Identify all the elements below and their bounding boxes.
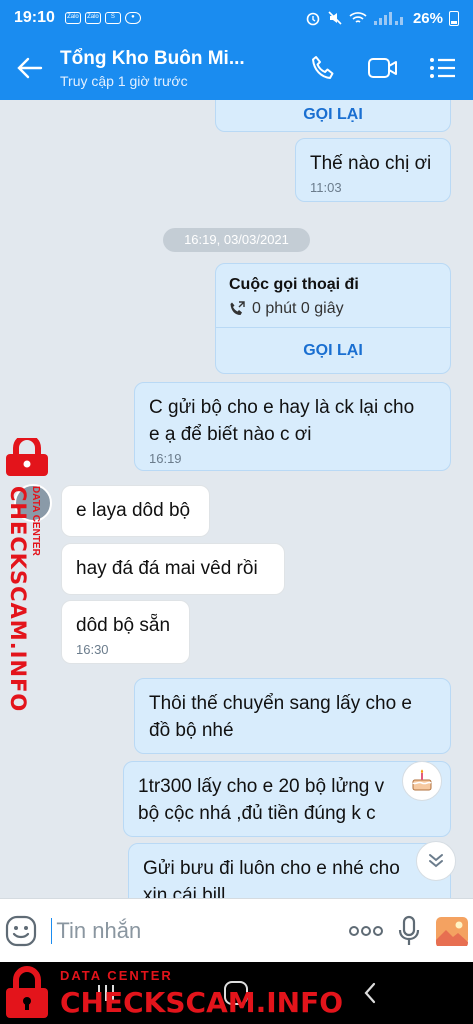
message-bubble-incoming[interactable]: dôd bộ sẵn 16:30 xyxy=(61,600,190,664)
notification-icons: Zalo Zalo S ● xyxy=(64,12,141,24)
message-composer xyxy=(0,898,473,962)
image-icon xyxy=(435,916,468,946)
more-button[interactable] xyxy=(344,899,387,963)
gallery-button[interactable] xyxy=(430,899,473,963)
status-bar: 19:10 Zalo Zalo S ● 26% xyxy=(0,0,473,36)
callback-button[interactable]: GỌI LẠI xyxy=(216,100,450,133)
mute-icon xyxy=(328,11,342,25)
message-line: 1tr300 lấy cho e 20 bộ lửng v xyxy=(138,776,385,797)
contact-name: Tổng Kho Buôn Mi... xyxy=(60,47,245,69)
status-right: 26% xyxy=(305,10,459,27)
chevron-left-icon xyxy=(364,982,376,1004)
message-bubble-outgoing[interactable]: Gửi bưu đi luôn cho e nhé cho xin cái bi… xyxy=(128,843,451,898)
emoji-icon xyxy=(6,915,37,946)
zalo-notification-icon: Zalo xyxy=(64,12,81,24)
outgoing-call-icon xyxy=(230,301,245,315)
watermark-brand: CHECKSCAM.INFO xyxy=(6,486,30,713)
message-line: bộ cộc nhá ,đủ tiền đúng k c xyxy=(138,803,376,824)
video-call-button[interactable] xyxy=(353,36,413,100)
video-icon xyxy=(368,58,397,78)
message-input[interactable] xyxy=(52,910,345,951)
message-text: e laya dôd bộ xyxy=(76,500,191,521)
contact-info[interactable]: Tổng Kho Buôn Mi... Truy cập 1 giờ trước xyxy=(60,48,293,89)
message-line: đồ bộ nhé xyxy=(149,720,234,741)
message-line: C gửi bộ cho e hay là ck lại cho xyxy=(149,397,415,418)
wifi-icon xyxy=(349,12,367,23)
voice-call-button[interactable] xyxy=(293,36,353,100)
double-chevron-down-icon xyxy=(429,854,443,868)
message-time: 11:03 xyxy=(310,180,342,195)
call-duration-text: 0 phút 0 giây xyxy=(252,300,344,317)
message-bubble-outgoing[interactable]: C gửi bộ cho e hay là ck lại cho e ạ để … xyxy=(134,382,451,471)
message-bubble-incoming[interactable]: e laya dôd bộ xyxy=(61,485,210,537)
watermark-tag: DATA CENTER xyxy=(60,968,173,983)
status-time: 19:10 xyxy=(14,9,55,26)
message-bubble-outgoing[interactable]: 1tr300 lấy cho e 20 bộ lửng v bộ cộc nhá… xyxy=(123,761,451,837)
call-card: GỌI LẠI xyxy=(215,100,451,132)
call-title: Cuộc gọi thoại đi xyxy=(229,276,359,293)
watermark-bottom: DATA CENTER CHECKSCAM.INFO xyxy=(0,962,343,1024)
call-duration: 0 phút 0 giây xyxy=(229,300,344,318)
message-time: 16:19 xyxy=(149,451,182,466)
zalo-notification-icon: Zalo xyxy=(84,12,101,24)
back-arrow-icon xyxy=(17,57,43,79)
battery-icon xyxy=(449,10,459,26)
message-line: Gửi bưu đi luôn cho e nhé cho xyxy=(143,858,400,879)
scroll-to-bottom-button[interactable] xyxy=(416,841,456,881)
date-separator: 16:19, 03/03/2021 xyxy=(163,228,310,252)
message-line: xin cái bill xyxy=(143,885,226,898)
shop-notification-icon: S xyxy=(104,12,121,24)
message-line: e ạ để biết nào c ơi xyxy=(149,424,312,445)
menu-button[interactable] xyxy=(413,36,473,100)
lock-icon xyxy=(6,966,48,1018)
message-text: dôd bộ sẵn xyxy=(76,615,171,636)
voice-message-button[interactable] xyxy=(387,899,430,963)
chat-area[interactable]: GỌI LẠI Thế nào chị ơi 11:03 16:19, 03/0… xyxy=(0,100,473,898)
chat-notification-icon: ● xyxy=(124,12,141,24)
watermark-side: CHECKSCAM.INFO DATA CENTER xyxy=(0,438,52,712)
reaction-button[interactable] xyxy=(402,761,442,801)
message-text: hay đá đá mai vêd rồi xyxy=(76,558,258,579)
emoji-button[interactable] xyxy=(0,899,43,963)
call-card: Cuộc gọi thoại đi 0 phút 0 giây GỌI LẠI xyxy=(215,263,451,374)
back-button[interactable] xyxy=(0,36,60,100)
menu-icon xyxy=(430,58,455,78)
phone-icon xyxy=(312,56,334,79)
cake-icon xyxy=(412,769,432,791)
message-line: Thôi thế chuyển sang lấy cho e xyxy=(149,693,413,714)
message-bubble-outgoing[interactable]: Thôi thế chuyển sang lấy cho e đồ bộ nhé xyxy=(134,678,451,754)
message-bubble-outgoing[interactable]: Thế nào chị ơi 11:03 xyxy=(295,138,451,202)
chat-header: Tổng Kho Buôn Mi... Truy cập 1 giờ trước xyxy=(0,36,473,100)
lock-icon xyxy=(6,438,48,476)
last-seen: Truy cập 1 giờ trước xyxy=(60,72,188,89)
callback-button[interactable]: GỌI LẠI xyxy=(216,328,450,374)
watermark-tag: DATA CENTER xyxy=(30,486,41,556)
alarm-icon xyxy=(306,12,320,26)
microphone-icon xyxy=(398,915,419,945)
signal-icon xyxy=(373,12,403,25)
battery-percent: 26% xyxy=(412,9,443,27)
more-icon xyxy=(348,925,383,936)
message-time: 16:30 xyxy=(76,642,109,657)
message-text: Thế nào chị ơi xyxy=(310,153,432,174)
watermark-brand: CHECKSCAM.INFO xyxy=(60,986,344,1019)
message-bubble-incoming[interactable]: hay đá đá mai vêd rồi xyxy=(61,543,285,595)
